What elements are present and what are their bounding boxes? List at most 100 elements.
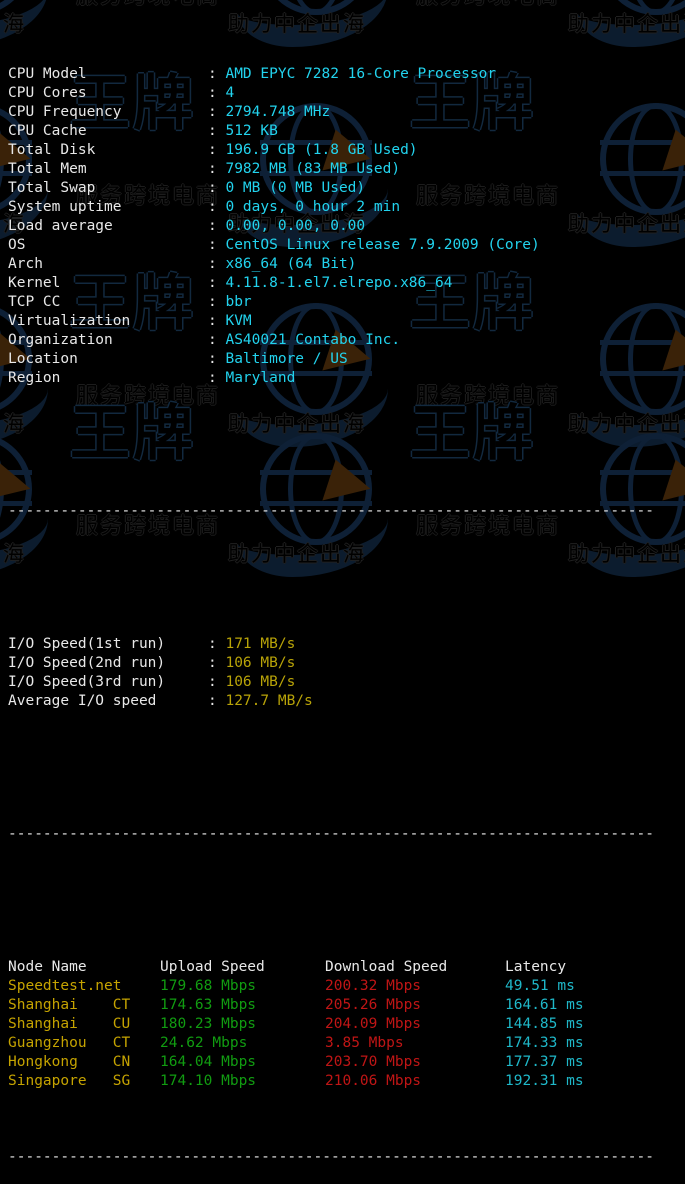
sysinfo-value: 7982 MB (83 MB Used) — [225, 161, 401, 177]
colon-separator: : — [208, 351, 226, 367]
iospeed-label: I/O Speed(1st run) — [8, 636, 166, 652]
colon-separator: : — [208, 313, 226, 329]
sysinfo-value: 512 KB — [225, 123, 278, 139]
table-row: Hongkong CN 164.04 Mbps 203.70 Mbps 177.37 … — [8, 1053, 685, 1072]
sysinfo-label: Organization — [8, 332, 113, 348]
cell-node-name: Speedtest.net — [8, 978, 122, 994]
cell-node-name: Guangzhou CT — [8, 1035, 131, 1051]
cell-upload-speed: 174.63 Mbps — [160, 997, 257, 1013]
separator-middle: ----------------------------------------… — [8, 826, 655, 842]
iospeed-label: I/O Speed(2nd run) — [8, 655, 166, 671]
sysinfo-row: Region: Maryland — [8, 369, 685, 388]
sysinfo-value: 4 — [225, 85, 235, 101]
system-info-block: CPU Model: AMD EPYC 7282 16-Core Process… — [8, 65, 685, 388]
sysinfo-value: 4.11.8-1.el7.elrepo.x86_64 — [225, 275, 453, 291]
sysinfo-value: 196.9 GB (1.8 GB Used) — [225, 142, 418, 158]
speedtest-table: Node Name Upload Speed Download Speed Laten… — [8, 958, 685, 1091]
iospeed-row: I/O Speed(1st run): 171 MB/s — [8, 635, 685, 654]
table-row: Singapore SG 174.10 Mbps 210.06 Mbps 192.31… — [8, 1072, 685, 1091]
cell-latency: 144.85 ms — [505, 1016, 584, 1032]
sysinfo-value: Baltimore / US — [225, 351, 348, 367]
sysinfo-label: Total Mem — [8, 161, 87, 177]
colon-separator: : — [208, 294, 226, 310]
sysinfo-label: Location — [8, 351, 78, 367]
sysinfo-value: AS40021 Contabo Inc. — [225, 332, 401, 348]
table-row: Speedtest.net 179.68 Mbps 200.32 Mbps 49.51… — [8, 977, 685, 996]
sysinfo-value: 0.00, 0.00, 0.00 — [225, 218, 366, 234]
sysinfo-row: Total Mem: 7982 MB (83 MB Used) — [8, 160, 685, 179]
colon-separator: : — [208, 693, 226, 709]
sysinfo-label: System uptime — [8, 199, 122, 215]
colon-separator: : — [208, 370, 226, 386]
column-header-download-speed: Download Speed — [325, 959, 448, 975]
cell-node-name: Hongkong CN — [8, 1054, 131, 1070]
table-row: Guangzhou CT 24.62 Mbps 3.85 Mbps 174.33 ms — [8, 1034, 685, 1053]
cell-download-speed: 210.06 Mbps — [325, 1073, 422, 1089]
cell-node-name: Shanghai CU — [8, 1016, 131, 1032]
colon-separator: : — [208, 85, 226, 101]
colon-separator: : — [208, 275, 226, 291]
iospeed-label: I/O Speed(3rd run) — [8, 674, 166, 690]
cell-download-speed: 203.70 Mbps — [325, 1054, 422, 1070]
sysinfo-row: CPU Model: AMD EPYC 7282 16-Core Process… — [8, 65, 685, 84]
sysinfo-value: 0 MB (0 MB Used) — [225, 180, 366, 196]
cell-latency: 49.51 ms — [505, 978, 575, 994]
sysinfo-row: Arch: x86_64 (64 Bit) — [8, 255, 685, 274]
cell-node-name: Singapore SG — [8, 1073, 131, 1089]
iospeed-label: Average I/O speed — [8, 693, 157, 709]
sysinfo-value: KVM — [225, 313, 252, 329]
sysinfo-row: System uptime: 0 days, 0 hour 2 min — [8, 198, 685, 217]
sysinfo-label: CPU Model — [8, 66, 87, 82]
cell-latency: 192.31 ms — [505, 1073, 584, 1089]
cell-download-speed: 205.26 Mbps — [325, 997, 422, 1013]
sysinfo-row: Location: Baltimore / US — [8, 350, 685, 369]
sysinfo-label: OS — [8, 237, 26, 253]
sysinfo-value: 0 days, 0 hour 2 min — [225, 199, 401, 215]
sysinfo-label: Total Swap — [8, 180, 96, 196]
iospeed-value: 106 MB/s — [225, 655, 296, 671]
cell-upload-speed: 180.23 Mbps — [160, 1016, 257, 1032]
colon-separator: : — [208, 237, 226, 253]
table-row: Shanghai CT 174.63 Mbps 205.26 Mbps 164.61 … — [8, 996, 685, 1015]
colon-separator: : — [208, 636, 226, 652]
colon-separator: : — [208, 256, 226, 272]
sysinfo-label: Load average — [8, 218, 113, 234]
cell-latency: 164.61 ms — [505, 997, 584, 1013]
iospeed-row: Average I/O speed: 127.7 MB/s — [8, 692, 685, 711]
cell-download-speed: 3.85 Mbps — [325, 1035, 404, 1051]
sysinfo-label: Kernel — [8, 275, 61, 291]
colon-separator: : — [208, 142, 226, 158]
colon-separator: : — [208, 66, 226, 82]
separator-top: ----------------------------------------… — [8, 503, 655, 519]
sysinfo-label: Virtualization — [8, 313, 131, 329]
cell-upload-speed: 164.04 Mbps — [160, 1054, 257, 1070]
table-row: Shanghai CU 180.23 Mbps 204.09 Mbps 144.85 … — [8, 1015, 685, 1034]
sysinfo-value: Maryland — [225, 370, 296, 386]
cell-download-speed: 200.32 Mbps — [325, 978, 422, 994]
sysinfo-label: CPU Cache — [8, 123, 87, 139]
terminal-output: CPU Model: AMD EPYC 7282 16-Core Process… — [0, 0, 685, 1184]
sysinfo-label: Total Disk — [8, 142, 96, 158]
sysinfo-value: x86_64 (64 Bit) — [225, 256, 357, 272]
sysinfo-row: CPU Frequency: 2794.748 MHz — [8, 103, 685, 122]
sysinfo-row: Load average: 0.00, 0.00, 0.00 — [8, 217, 685, 236]
column-header-latency: Latency — [505, 959, 567, 975]
cell-latency: 174.33 ms — [505, 1035, 584, 1051]
cell-download-speed: 204.09 Mbps — [325, 1016, 422, 1032]
sysinfo-label: TCP CC — [8, 294, 61, 310]
colon-separator: : — [208, 123, 226, 139]
colon-separator: : — [208, 332, 226, 348]
colon-separator: : — [208, 180, 226, 196]
colon-separator: : — [208, 199, 226, 215]
column-header-upload-speed: Upload Speed — [160, 959, 265, 975]
sysinfo-row: OS: CentOS Linux release 7.9.2009 (Core) — [8, 236, 685, 255]
sysinfo-label: CPU Cores — [8, 85, 87, 101]
cell-upload-speed: 24.62 Mbps — [160, 1035, 248, 1051]
sysinfo-row: Total Swap: 0 MB (0 MB Used) — [8, 179, 685, 198]
colon-separator: : — [208, 218, 226, 234]
sysinfo-row: Kernel: 4.11.8-1.el7.elrepo.x86_64 — [8, 274, 685, 293]
iospeed-row: I/O Speed(3rd run): 106 MB/s — [8, 673, 685, 692]
